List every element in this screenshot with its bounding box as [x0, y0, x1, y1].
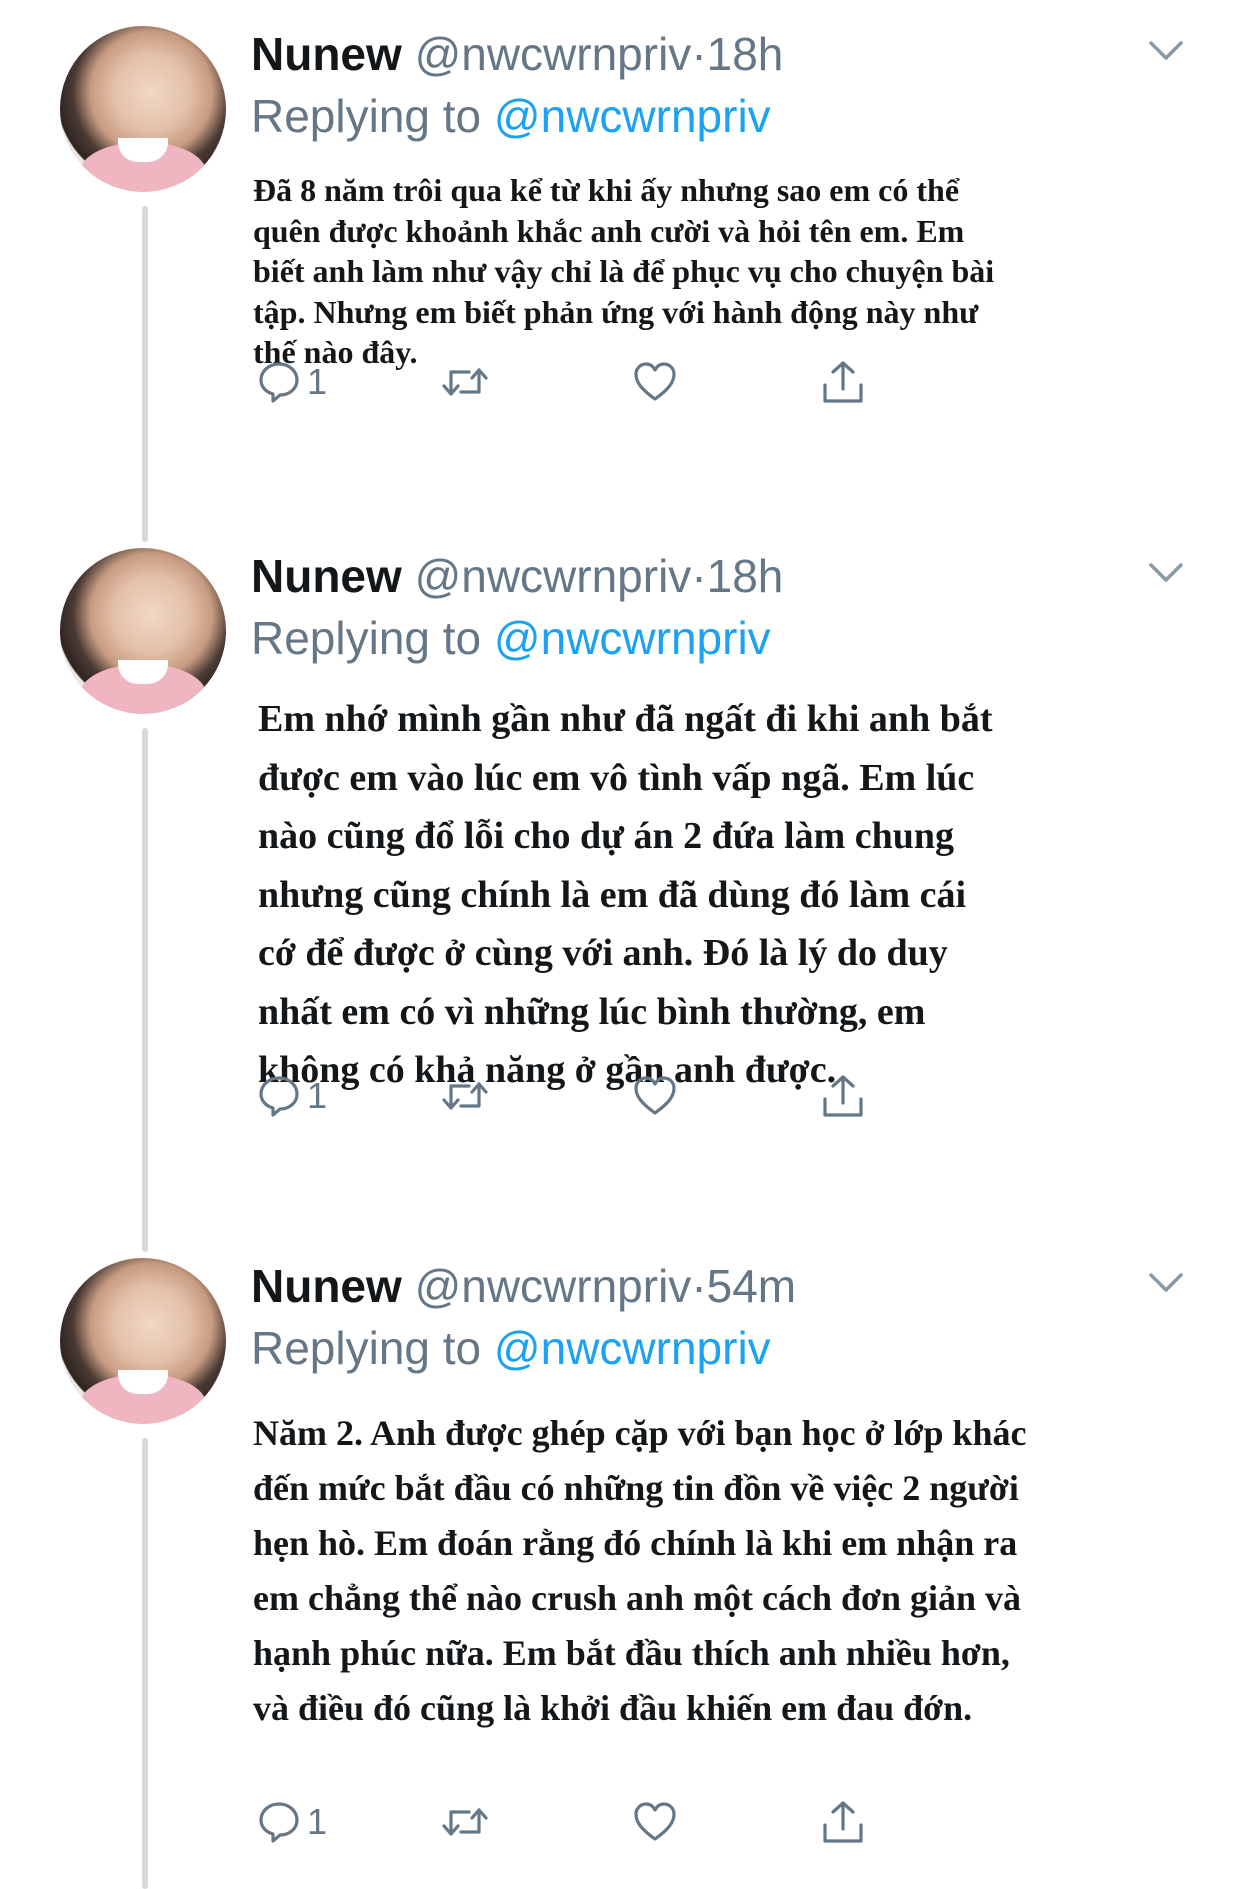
tweet-text-line: quên được khoảnh khắc anh cười và hỏi tê…: [253, 212, 965, 249]
like-icon: [634, 1076, 676, 1115]
reply-icon: [259, 1076, 299, 1117]
tweet-time[interactable]: 18h: [707, 550, 784, 602]
tweet-text-line: Em nhớ mình gần như đã ngất đi khi anh b…: [258, 698, 993, 740]
reply-count: 1: [307, 361, 328, 402]
like-icon: [634, 1802, 676, 1841]
tweet-time[interactable]: 18h: [707, 28, 784, 80]
share-button[interactable]: [821, 352, 865, 412]
share-button[interactable]: [821, 1792, 865, 1852]
tweet-text-line: biết anh làm như vậy chỉ là để phục vụ c…: [253, 253, 995, 289]
tweet-time[interactable]: 54m: [707, 1260, 796, 1312]
tweet-text-line: và điều đó cũng là khởi đầu khiến em đau…: [253, 1688, 973, 1728]
retweet-button[interactable]: [441, 1066, 489, 1126]
separator-dot: ·: [691, 1260, 707, 1312]
display-name[interactable]: Nunew: [251, 550, 402, 602]
tweet-actions: 1: [251, 1792, 1011, 1852]
replying-prefix: Replying to: [251, 90, 482, 142]
reply-button[interactable]: 1: [257, 352, 327, 412]
share-icon: [823, 1801, 863, 1843]
tweet-text-line: Đã 8 năm trôi qua kể từ khi ấy nhưng sao…: [253, 172, 960, 208]
reply-button[interactable]: 1: [257, 1066, 327, 1126]
user-handle[interactable]: @nwcwrnpriv: [415, 550, 692, 602]
reply-icon: [259, 1802, 299, 1843]
replying-prefix: Replying to: [251, 612, 482, 664]
like-icon: [634, 362, 676, 401]
display-name[interactable]: Nunew: [251, 1260, 402, 1312]
replying-handle-link[interactable]: @nwcwrnpriv: [494, 612, 771, 664]
retweet-icon: [442, 1808, 488, 1836]
retweet-icon: [442, 368, 488, 396]
avatar[interactable]: [60, 26, 226, 192]
chevron-down-icon[interactable]: [1148, 562, 1184, 584]
user-handle[interactable]: @nwcwrnpriv: [415, 1260, 692, 1312]
tweet-text-line: cớ để được ở cùng với anh. Đó là lý do d…: [258, 932, 948, 974]
tweet-text-line: em chẳng thể nào crush anh một cách đơn …: [253, 1578, 1022, 1618]
tweet[interactable]: Nunew @nwcwrnpriv·18h Replying to @nwcwr…: [0, 548, 1242, 1208]
retweet-button[interactable]: [441, 352, 489, 412]
like-button[interactable]: [633, 1792, 677, 1852]
tweet-text-line: nhất em có vì những lúc bình thường, em: [258, 990, 926, 1033]
tweet-text: Đã 8 năm trôi qua kể từ khi ấy nhưng sao…: [253, 170, 994, 373]
tweet-header: Nunew @nwcwrnpriv·18h: [251, 548, 783, 604]
replying-handle-link[interactable]: @nwcwrnpriv: [494, 90, 771, 142]
replying-to: Replying to @nwcwrnpriv: [251, 1320, 771, 1376]
tweet[interactable]: Nunew @nwcwrnpriv·54m Replying to @nwcwr…: [0, 1258, 1242, 1889]
chevron-down-icon[interactable]: [1148, 1272, 1184, 1294]
tweet-text-line: nhưng cũng chính là em đã dùng đó làm cá…: [258, 873, 967, 916]
display-name[interactable]: Nunew: [251, 28, 402, 80]
share-button[interactable]: [821, 1066, 865, 1126]
replying-to: Replying to @nwcwrnpriv: [251, 610, 771, 666]
tweet-text-line: đến mức bắt đầu có những tin đồn về việc…: [253, 1468, 1019, 1508]
retweet-button[interactable]: [441, 1792, 489, 1852]
tweet-header: Nunew @nwcwrnpriv·18h: [251, 26, 783, 82]
like-button[interactable]: [633, 352, 677, 412]
tweet-header: Nunew @nwcwrnpriv·54m: [251, 1258, 796, 1314]
replying-prefix: Replying to: [251, 1322, 482, 1374]
tweet-text-line: hẹn hò. Em đoán rằng đó chính là khi em …: [253, 1523, 1018, 1563]
share-icon: [823, 361, 863, 403]
chevron-down-icon[interactable]: [1148, 40, 1184, 62]
tweet-text-line: tập. Nhưng em biết phản ứng với hành độn…: [253, 293, 979, 330]
tweet-actions: 1: [251, 352, 1011, 412]
tweet-text-line: được em vào lúc em vô tình vấp ngã. Em l…: [258, 756, 975, 799]
tweet-text: Em nhớ mình gần như đã ngất đi khi anh b…: [258, 690, 993, 1100]
reply-count: 1: [307, 1075, 328, 1116]
tweet-text-line: nào cũng đổ lỗi cho dự án 2 đứa làm chun…: [258, 815, 955, 857]
retweet-icon: [442, 1082, 488, 1110]
tweet[interactable]: Nunew @nwcwrnpriv·18h Replying to @nwcwr…: [0, 26, 1242, 506]
avatar[interactable]: [60, 548, 226, 714]
replying-to: Replying to @nwcwrnpriv: [251, 88, 771, 144]
reply-button[interactable]: 1: [257, 1792, 327, 1852]
separator-dot: ·: [691, 28, 707, 80]
user-handle[interactable]: @nwcwrnpriv: [415, 28, 692, 80]
reply-icon: [259, 362, 299, 403]
share-icon: [823, 1075, 863, 1117]
avatar[interactable]: [60, 1258, 226, 1424]
tweet-text-line: hạnh phúc nữa. Em bắt đầu thích anh nhiề…: [253, 1633, 1010, 1673]
tweet-actions: 1: [251, 1066, 1011, 1126]
tweet-text-line: Năm 2. Anh được ghép cặp với bạn học ở l…: [253, 1413, 1027, 1453]
reply-count: 1: [307, 1801, 328, 1842]
like-button[interactable]: [633, 1066, 677, 1126]
separator-dot: ·: [691, 550, 707, 602]
tweet-text: Năm 2. Anh được ghép cặp với bạn học ở l…: [253, 1406, 1027, 1736]
replying-handle-link[interactable]: @nwcwrnpriv: [494, 1322, 771, 1374]
